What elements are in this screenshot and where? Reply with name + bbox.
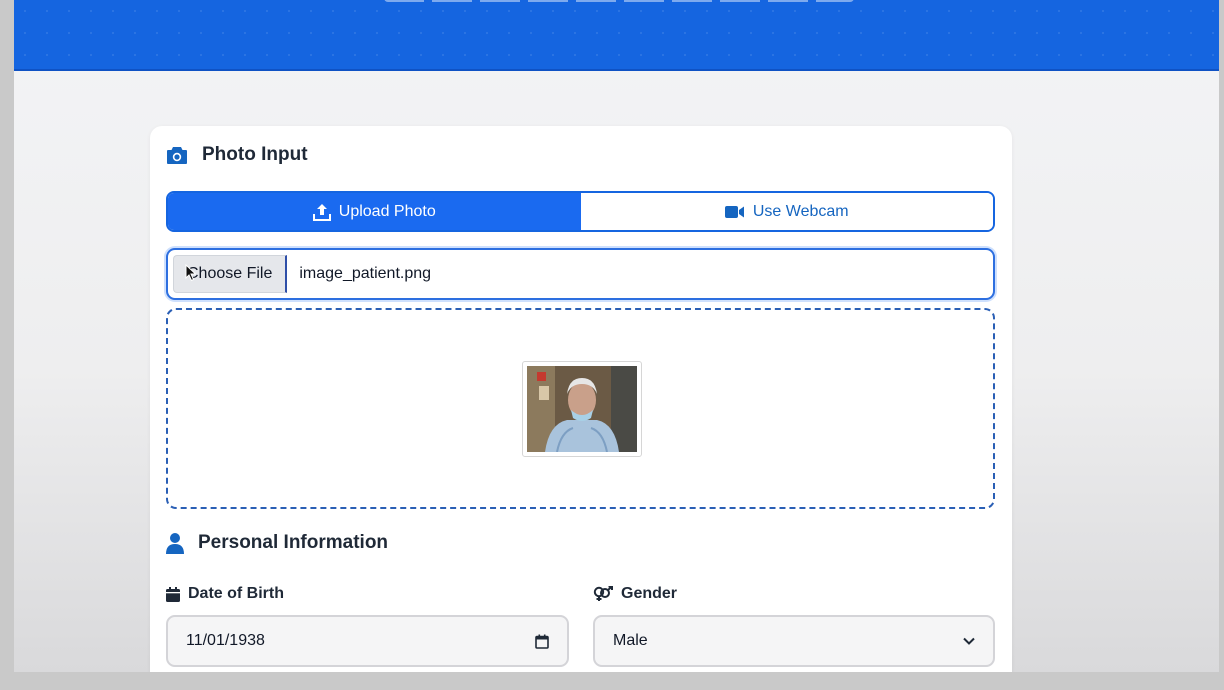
personal-info-heading: Personal Information bbox=[166, 532, 388, 554]
calendar-picker-icon[interactable] bbox=[535, 634, 549, 649]
patient-photo-thumbnail bbox=[527, 366, 637, 452]
tab-upload-photo[interactable]: Upload Photo bbox=[168, 193, 581, 230]
gender-label-text: Gender bbox=[621, 585, 678, 602]
selected-file-name: image_patient.png bbox=[299, 265, 432, 282]
gender-label: Gender bbox=[593, 585, 677, 603]
calendar-icon bbox=[166, 586, 180, 602]
user-icon bbox=[166, 533, 184, 554]
upload-icon bbox=[312, 203, 331, 221]
video-camera-icon bbox=[724, 205, 744, 218]
tab-use-webcam[interactable]: Use Webcam bbox=[580, 193, 993, 230]
date-of-birth-label: Date of Birth bbox=[166, 585, 284, 603]
date-of-birth-value: 11/01/1938 bbox=[186, 632, 265, 649]
photo-preview bbox=[522, 361, 642, 457]
file-input[interactable]: Choose File image_patient.png bbox=[166, 248, 995, 300]
tab-upload-photo-label: Upload Photo bbox=[338, 202, 436, 220]
app-frame: Photo Input Upload Photo Use Webcam Choo… bbox=[14, 0, 1219, 672]
personal-info-title: Personal Information bbox=[198, 532, 389, 553]
date-of-birth-input[interactable]: 11/01/1938 bbox=[166, 615, 569, 667]
mouse-pointer-icon bbox=[185, 264, 197, 282]
gender-select[interactable]: Male bbox=[593, 615, 995, 667]
photo-input-heading: Photo Input bbox=[166, 144, 308, 166]
photo-input-card: Photo Input Upload Photo Use Webcam Choo… bbox=[150, 126, 1012, 672]
photo-input-title: Photo Input bbox=[202, 144, 308, 165]
camera-icon bbox=[167, 147, 187, 164]
chevron-down-icon bbox=[963, 637, 975, 645]
date-of-birth-label-text: Date of Birth bbox=[188, 585, 284, 602]
gender-value: Male bbox=[613, 632, 648, 649]
tab-use-webcam-label: Use Webcam bbox=[752, 202, 849, 220]
photo-dropzone[interactable] bbox=[166, 308, 995, 509]
page-header bbox=[14, 0, 1219, 71]
gender-icon bbox=[593, 586, 613, 601]
header-subtitle-fragment bbox=[384, 0, 854, 2]
photo-source-tabs: Upload Photo Use Webcam bbox=[166, 191, 995, 232]
